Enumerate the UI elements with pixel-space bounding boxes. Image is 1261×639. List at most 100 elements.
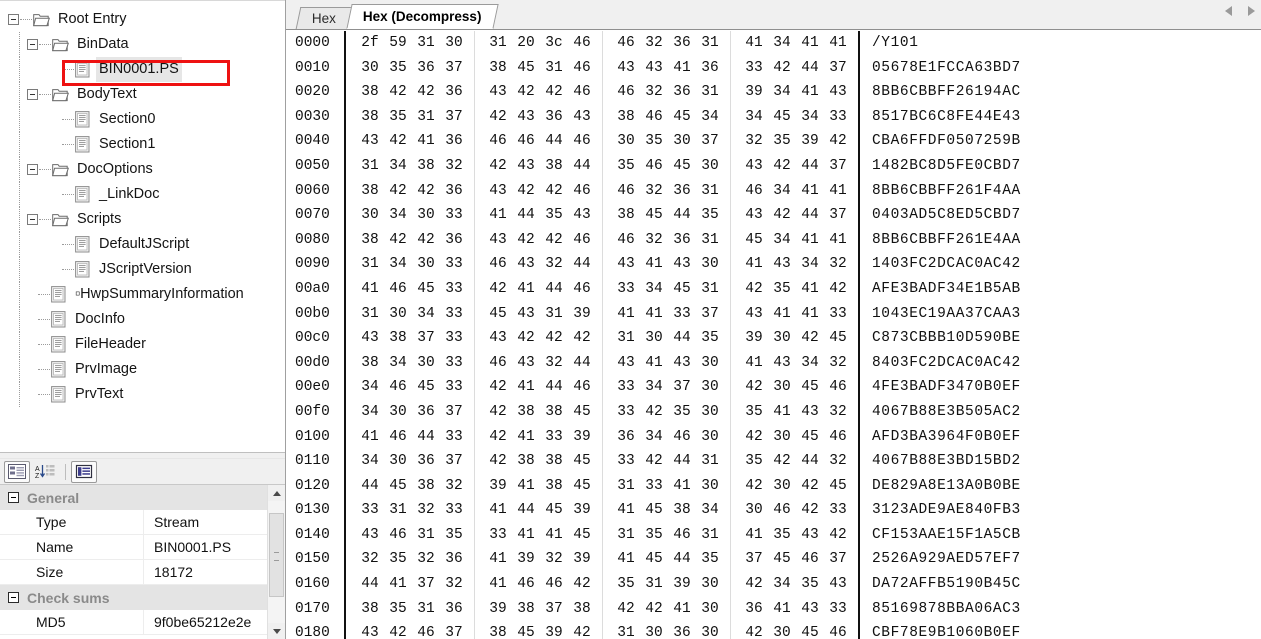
hex-byte[interactable]: 30 <box>696 351 724 376</box>
hex-byte[interactable]: 45 <box>768 547 796 572</box>
hex-byte[interactable]: 41 <box>356 425 384 450</box>
hex-byte[interactable]: 43 <box>356 129 384 154</box>
hex-byte[interactable]: 43 <box>824 80 852 105</box>
hex-byte[interactable]: 34 <box>640 425 668 450</box>
hex-byte[interactable]: 30 <box>440 31 468 56</box>
hex-byte[interactable]: 35 <box>612 572 640 597</box>
hex-byte[interactable]: 35 <box>768 277 796 302</box>
hex-byte[interactable]: 41 <box>612 498 640 523</box>
hex-row[interactable]: 0150 32 35 32 36 41 39 32 39 41 45 44 35 37 45 46 37 2526… <box>286 547 1261 573</box>
hex-byte[interactable]: 42 <box>540 80 568 105</box>
hex-byte[interactable]: 36 <box>668 31 696 56</box>
hex-byte[interactable]: 30 <box>668 129 696 154</box>
hex-byte[interactable]: 31 <box>356 252 384 277</box>
hex-byte[interactable]: 42 <box>568 326 596 351</box>
hex-byte[interactable]: 31 <box>540 302 568 327</box>
hex-byte[interactable]: 3c <box>540 31 568 56</box>
tree-expander-toggle[interactable] <box>27 164 38 175</box>
hex-byte[interactable]: 45 <box>568 523 596 548</box>
hex-byte[interactable]: 34 <box>768 572 796 597</box>
hex-byte[interactable]: 41 <box>740 351 768 376</box>
hex-byte[interactable]: 42 <box>412 80 440 105</box>
hex-byte[interactable]: 44 <box>668 449 696 474</box>
hex-byte[interactable]: 33 <box>440 425 468 450</box>
hex-byte[interactable]: 41 <box>512 375 540 400</box>
hex-byte[interactable]: 39 <box>740 80 768 105</box>
hex-byte[interactable]: 38 <box>540 400 568 425</box>
hex-byte[interactable]: 36 <box>412 400 440 425</box>
hex-byte[interactable]: 33 <box>640 474 668 499</box>
hex-byte[interactable]: 34 <box>696 105 724 130</box>
hex-byte[interactable]: 46 <box>568 179 596 204</box>
hex-byte[interactable]: 42 <box>484 154 512 179</box>
hex-byte[interactable]: 43 <box>484 179 512 204</box>
hex-byte[interactable]: 41 <box>384 572 412 597</box>
hex-byte[interactable]: 46 <box>568 228 596 253</box>
hex-byte[interactable]: 45 <box>796 375 824 400</box>
hex-byte[interactable]: 43 <box>796 400 824 425</box>
hex-byte[interactable]: 42 <box>824 277 852 302</box>
hex-byte[interactable]: 38 <box>512 597 540 622</box>
hex-byte[interactable]: 35 <box>740 449 768 474</box>
hex-byte[interactable]: 46 <box>484 129 512 154</box>
hex-byte[interactable]: 46 <box>796 547 824 572</box>
hex-byte[interactable]: 43 <box>768 252 796 277</box>
hex-byte[interactable]: 35 <box>384 597 412 622</box>
hex-byte[interactable]: 33 <box>824 597 852 622</box>
hex-byte[interactable]: 42 <box>384 228 412 253</box>
hex-row[interactable]: 0120 44 45 38 32 39 41 38 45 31 33 41 30 42 30 42 45 DE82… <box>286 473 1261 499</box>
hex-byte[interactable]: 34 <box>796 252 824 277</box>
hex-ascii[interactable]: 4067B88E3BD15BD2 <box>860 449 1021 474</box>
hex-byte[interactable]: 38 <box>484 621 512 639</box>
hex-byte[interactable]: 45 <box>484 302 512 327</box>
property-row[interactable]: MD5 9f0be65212e2e <box>0 610 267 635</box>
hex-byte[interactable]: 45 <box>568 474 596 499</box>
hex-ascii[interactable]: 3123ADE9AE840FB3 <box>860 498 1021 523</box>
hex-byte[interactable]: 42 <box>640 400 668 425</box>
hex-byte[interactable]: 41 <box>356 277 384 302</box>
hex-byte[interactable]: 34 <box>640 375 668 400</box>
hex-byte[interactable]: 45 <box>668 154 696 179</box>
hex-byte[interactable]: 35 <box>668 400 696 425</box>
hex-byte[interactable]: 36 <box>412 56 440 81</box>
hex-row[interactable]: 0010 30 35 36 37 38 45 31 46 43 43 41 36 33 42 44 37 0567… <box>286 55 1261 81</box>
hex-byte[interactable]: 38 <box>356 228 384 253</box>
hex-byte[interactable]: 32 <box>824 400 852 425</box>
hex-byte[interactable]: 42 <box>768 449 796 474</box>
hex-row[interactable]: 0080 38 42 42 36 43 42 42 46 46 32 36 31 45 34 41 41 8BB6… <box>286 227 1261 253</box>
tree-item-docoptions[interactable]: DocOptions <box>0 157 285 182</box>
hex-byte[interactable]: 45 <box>796 621 824 639</box>
hex-byte[interactable]: 34 <box>768 31 796 56</box>
hex-byte[interactable]: 30 <box>696 154 724 179</box>
hex-byte[interactable]: 39 <box>740 326 768 351</box>
hex-byte[interactable]: 42 <box>540 326 568 351</box>
hex-byte[interactable]: 32 <box>412 498 440 523</box>
hex-byte[interactable]: 42 <box>796 474 824 499</box>
hex-byte[interactable]: 44 <box>512 203 540 228</box>
hex-byte[interactable]: 46 <box>512 572 540 597</box>
hex-byte[interactable]: 33 <box>440 326 468 351</box>
hex-byte[interactable]: 43 <box>768 351 796 376</box>
scrollbar-thumb[interactable] <box>269 513 284 597</box>
hex-ascii[interactable]: 1482BC8D5FE0CBD7 <box>860 154 1021 179</box>
hex-byte[interactable]: 41 <box>540 523 568 548</box>
hex-ascii[interactable]: 8BB6CBBFF261F4AA <box>860 179 1021 204</box>
hex-byte[interactable]: 43 <box>740 154 768 179</box>
hex-byte[interactable]: 39 <box>512 547 540 572</box>
hex-byte[interactable]: 33 <box>484 523 512 548</box>
hex-byte[interactable]: 43 <box>740 302 768 327</box>
hex-byte[interactable]: 30 <box>696 375 724 400</box>
hex-byte[interactable]: 41 <box>824 228 852 253</box>
tree-item-bin0001ps[interactable]: BIN0001.PS <box>0 57 285 82</box>
scroll-tabs-right-icon[interactable] <box>1248 6 1255 16</box>
hex-byte[interactable]: 41 <box>796 228 824 253</box>
property-row[interactable]: Name BIN0001.PS <box>0 535 267 560</box>
hex-byte[interactable]: 36 <box>440 597 468 622</box>
hex-row[interactable]: 0100 41 46 44 33 42 41 33 39 36 34 46 30 42 30 45 46 AFD3… <box>286 424 1261 450</box>
hex-byte[interactable]: 38 <box>512 449 540 474</box>
hex-byte[interactable]: 30 <box>412 351 440 376</box>
hex-byte[interactable]: 34 <box>412 302 440 327</box>
hex-ascii[interactable]: 8403FC2DCAC0AC42 <box>860 351 1021 376</box>
hex-byte[interactable]: 44 <box>356 572 384 597</box>
hex-byte[interactable]: 44 <box>668 547 696 572</box>
